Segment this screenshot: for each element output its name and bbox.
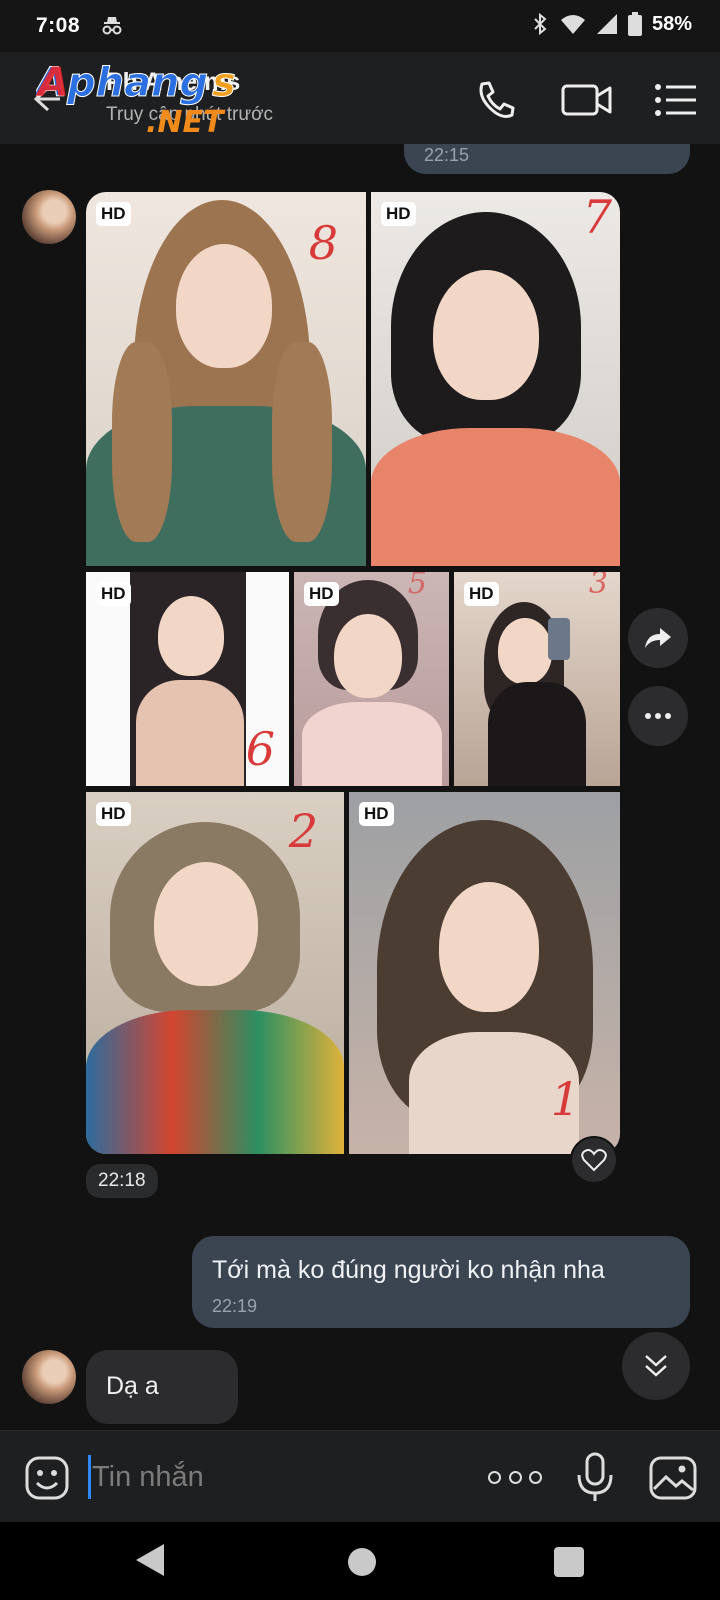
photo-album[interactable]: HD 8 HD 7 HD 6 HD 5 HD 3 HD 2 HD 1: [86, 192, 620, 1154]
avatar[interactable]: [22, 190, 76, 244]
more-attachments-button[interactable]: [488, 1461, 542, 1493]
more-options-button[interactable]: [628, 686, 688, 746]
double-chevron-down-icon: [645, 1355, 667, 1377]
system-navigation-bar: [0, 1522, 720, 1600]
status-bar: 7:08 58%: [0, 0, 720, 52]
bluetooth-icon: [534, 12, 547, 36]
microphone-icon[interactable]: [574, 1451, 616, 1503]
hd-badge: HD: [96, 582, 131, 606]
outgoing-message-bubble[interactable]: 22:15: [404, 144, 690, 174]
battery-percentage: 58%: [651, 12, 692, 35]
photo-number: 6: [245, 722, 275, 776]
message-input[interactable]: [92, 1453, 452, 1501]
hd-badge: HD: [96, 802, 131, 826]
watermark-a: A: [36, 60, 69, 106]
dot-icon: [508, 1470, 522, 1484]
photo-number: 7: [582, 192, 612, 244]
forward-button[interactable]: [628, 608, 688, 668]
nav-recents-icon[interactable]: [554, 1547, 584, 1577]
dot-icon: [529, 1470, 542, 1484]
photo-number: 3: [588, 572, 608, 601]
photo-tile[interactable]: HD 1: [349, 792, 620, 1154]
dot-icon: [488, 1470, 501, 1484]
message-text: Dạ a: [106, 1372, 159, 1400]
photo-number: 1: [550, 1072, 580, 1126]
menu-list-icon[interactable]: [652, 76, 700, 124]
message-text: Tới mà ko đúng người ko nhận nha: [212, 1256, 605, 1284]
share-arrow-icon: [645, 628, 671, 648]
watermark-logo: Aphang A s .NET: [36, 60, 236, 139]
hd-badge: HD: [381, 202, 416, 226]
signal-icon: [596, 14, 617, 34]
photo-tile[interactable]: HD 6: [86, 572, 289, 786]
nav-back-icon[interactable]: [136, 1544, 164, 1576]
message-time: 22:19: [212, 1296, 258, 1316]
photo-tile[interactable]: HD 7: [371, 192, 620, 566]
hd-badge: HD: [464, 582, 499, 606]
hd-badge: HD: [304, 582, 339, 606]
chat-messages[interactable]: 22:15 HD 8 HD 7 HD 6 HD 5 HD 3 HD 2 HD 1…: [0, 144, 720, 1430]
voice-call-icon[interactable]: [472, 76, 520, 124]
photo-number: 5: [407, 572, 427, 601]
nav-home-icon[interactable]: [348, 1548, 376, 1576]
message-time: 22:15: [424, 145, 470, 165]
incoming-message-bubble[interactable]: Dạ a: [86, 1350, 238, 1424]
heart-icon: [581, 1149, 607, 1172]
photo-number: 2: [288, 804, 318, 858]
message-composer: [0, 1430, 720, 1522]
status-time: 7:08: [36, 14, 81, 37]
avatar[interactable]: [22, 1350, 76, 1404]
photo-number: 8: [308, 216, 338, 270]
scroll-to-bottom-button[interactable]: [622, 1332, 690, 1400]
gallery-image-icon[interactable]: [648, 1455, 698, 1501]
video-call-icon[interactable]: [560, 76, 614, 124]
sticker-emoji-icon[interactable]: [24, 1455, 70, 1501]
battery-icon: [627, 12, 642, 36]
hd-badge: HD: [96, 202, 131, 226]
photo-tile[interactable]: HD 3: [454, 572, 620, 786]
photo-tile[interactable]: HD 5: [294, 572, 449, 786]
photo-tile[interactable]: HD 8: [86, 192, 366, 566]
incognito-icon: [102, 17, 122, 35]
hd-badge: HD: [359, 802, 394, 826]
more-dots-icon: [645, 713, 671, 719]
message-time: 22:18: [86, 1164, 158, 1198]
react-heart-button[interactable]: [570, 1136, 618, 1184]
watermark-net: .NET: [146, 105, 226, 138]
chat-header: Ph A ne ms Truy cập phút trước Aphang A …: [0, 52, 720, 144]
photo-tile[interactable]: HD 2: [86, 792, 344, 1154]
text-cursor: [88, 1455, 91, 1499]
wifi-icon: [560, 15, 585, 34]
outgoing-message-bubble[interactable]: Tới mà ko đúng người ko nhận nha 22:19: [192, 1236, 690, 1328]
watermark-s: s: [212, 60, 236, 106]
